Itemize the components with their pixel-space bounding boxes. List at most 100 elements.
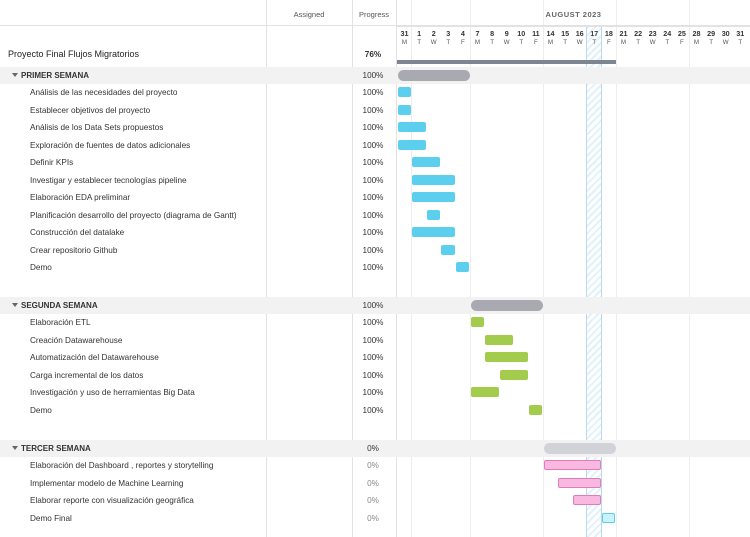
- task-row[interactable]: Demo 100%: [0, 259, 750, 276]
- day-number: 1: [417, 29, 422, 38]
- day-number: 31: [736, 29, 745, 38]
- day-of-week: M: [620, 39, 627, 46]
- group-summary-bar[interactable]: [543, 443, 616, 454]
- task-name: Investigar y establecer tecnologías pipe…: [30, 175, 187, 185]
- month-rule: [397, 26, 750, 27]
- project-row[interactable]: Proyecto Final Flujos Migratorios 76%: [0, 46, 750, 63]
- task-name: Definir KPIs: [30, 158, 74, 168]
- task-name: Construcción del datalake: [30, 228, 125, 238]
- task-progress: 0%: [367, 478, 379, 488]
- task-bar[interactable]: [543, 460, 601, 471]
- task-name: Demo: [30, 262, 52, 272]
- task-row[interactable]: Análisis de las necesidades del proyecto…: [0, 84, 750, 101]
- day-of-week: M: [401, 39, 408, 46]
- task-name: Implementar modelo de Machine Learning: [30, 478, 184, 488]
- task-row[interactable]: Planificación desarrollo del proyecto (d…: [0, 207, 750, 224]
- day-of-week: T: [738, 39, 743, 46]
- day-of-week: T: [636, 39, 640, 46]
- task-row[interactable]: Establecer objetivos del proyecto 100%: [0, 102, 750, 119]
- group-name: TERCER SEMANA: [21, 444, 91, 453]
- task-progress: 0%: [367, 461, 379, 471]
- task-bar[interactable]: [499, 369, 528, 380]
- day-number: 21: [619, 29, 628, 38]
- group-summary-bar[interactable]: [397, 70, 470, 81]
- task-progress: 100%: [362, 210, 384, 220]
- task-bar[interactable]: [470, 317, 485, 328]
- task-bar[interactable]: [397, 104, 412, 115]
- day-number: 31: [400, 29, 409, 38]
- task-row[interactable]: Elaboración EDA preliminar 100%: [0, 189, 750, 206]
- task-row[interactable]: Exploración de fuentes de datos adiciona…: [0, 137, 750, 154]
- task-row[interactable]: Elaboración ETL 100%: [0, 314, 750, 331]
- day-number: 9: [504, 29, 509, 38]
- task-row[interactable]: Creación Datawarehouse 100%: [0, 332, 750, 349]
- day-number: 8: [490, 29, 495, 38]
- task-progress: 100%: [362, 262, 384, 272]
- project-progress: 76%: [364, 50, 382, 59]
- task-row[interactable]: Elaborar reporte con visualización geogr…: [0, 492, 750, 509]
- task-bar[interactable]: [397, 122, 426, 133]
- task-bar[interactable]: [412, 157, 441, 168]
- task-name: Elaboración del Dashboard , reportes y s…: [30, 461, 214, 471]
- day-of-week: W: [503, 39, 510, 46]
- task-row[interactable]: Definir KPIs 100%: [0, 154, 750, 171]
- day-number: 4: [460, 29, 465, 38]
- task-row[interactable]: Investigación y uso de herramientas Big …: [0, 384, 750, 401]
- task-row[interactable]: Automatización del Datawarehouse 100%: [0, 349, 750, 366]
- task-row[interactable]: Demo 100%: [0, 402, 750, 419]
- day-number: 11: [532, 29, 540, 38]
- group-row[interactable]: PRIMER SEMANA 100%: [0, 67, 750, 84]
- group-progress: 0%: [367, 444, 379, 453]
- group-row[interactable]: SEGUNDA SEMANA 100%: [0, 297, 750, 314]
- task-bar[interactable]: [412, 227, 455, 238]
- task-progress: 100%: [362, 105, 384, 115]
- task-bar[interactable]: [470, 387, 499, 398]
- task-bar[interactable]: [572, 495, 601, 506]
- task-bar[interactable]: [397, 87, 412, 98]
- group-row[interactable]: TERCER SEMANA 0%: [0, 440, 750, 457]
- day-of-week: T: [446, 39, 451, 46]
- group-summary-bar[interactable]: [470, 300, 543, 311]
- task-bar[interactable]: [485, 352, 528, 363]
- task-bar[interactable]: [485, 334, 514, 345]
- task-bar[interactable]: [426, 209, 441, 220]
- task-row[interactable]: Crear repositorio Github 100%: [0, 242, 750, 259]
- task-row[interactable]: Elaboración del Dashboard , reportes y s…: [0, 457, 750, 474]
- task-name: Establecer objetivos del proyecto: [30, 105, 151, 115]
- task-row[interactable]: Demo Final 0%: [0, 510, 750, 527]
- collapse-triangle-icon[interactable]: [12, 446, 18, 450]
- task-progress: 100%: [362, 123, 384, 133]
- task-name: Demo Final: [30, 513, 72, 523]
- task-name: Exploración de fuentes de datos adiciona…: [30, 140, 191, 150]
- task-progress: 100%: [362, 318, 384, 328]
- task-row[interactable]: Implementar modelo de Machine Learning 0%: [0, 475, 750, 492]
- task-progress: 100%: [362, 405, 384, 415]
- day-of-week: T: [490, 39, 494, 46]
- task-name: Análisis de los Data Sets propuestos: [30, 123, 164, 133]
- task-bar[interactable]: [558, 477, 601, 488]
- task-row[interactable]: Investigar y establecer tecnologías pipe…: [0, 172, 750, 189]
- task-name: Elaborar reporte con visualización geogr…: [30, 496, 194, 506]
- task-bar[interactable]: [601, 512, 616, 523]
- day-of-week: W: [430, 39, 437, 46]
- column-header-progress[interactable]: Progress: [353, 10, 395, 19]
- task-bar[interactable]: [412, 174, 455, 185]
- collapse-triangle-icon[interactable]: [12, 303, 18, 307]
- day-number: 10: [517, 29, 526, 38]
- group-progress: 100%: [362, 71, 384, 80]
- task-name: Investigación y uso de herramientas Big …: [30, 388, 195, 398]
- task-row[interactable]: Construcción del datalake 100%: [0, 224, 750, 241]
- task-row[interactable]: Análisis de los Data Sets propuestos 100%: [0, 119, 750, 136]
- task-bar[interactable]: [412, 192, 455, 203]
- task-bar[interactable]: [528, 404, 543, 415]
- task-row[interactable]: Carga incremental de los datos 100%: [0, 367, 750, 384]
- column-header-assigned[interactable]: Assigned: [270, 10, 348, 19]
- group-progress: 100%: [362, 301, 384, 310]
- task-bar[interactable]: [455, 261, 470, 272]
- task-progress: 0%: [367, 496, 379, 506]
- collapse-triangle-icon[interactable]: [12, 73, 18, 77]
- task-bar[interactable]: [397, 139, 426, 150]
- task-progress: 100%: [362, 228, 384, 238]
- task-name: Demo: [30, 405, 52, 415]
- task-bar[interactable]: [441, 244, 455, 255]
